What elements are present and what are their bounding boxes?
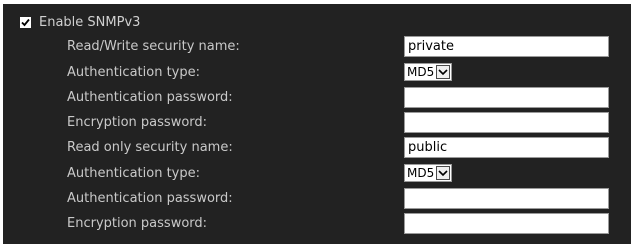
rw-auth-type-select[interactable]: MD5: [404, 63, 453, 81]
ro-auth-password-input[interactable]: [404, 188, 609, 209]
rw-encryption-password-label: Encryption password:: [67, 115, 208, 130]
rw-auth-password-row: Authentication password:: [3, 87, 631, 109]
rw-auth-type-value: MD5: [407, 65, 435, 79]
ro-security-name-input[interactable]: [404, 137, 609, 158]
ro-auth-type-label: Authentication type:: [67, 166, 200, 181]
ro-security-name-label: Read only security name:: [67, 140, 233, 155]
rw-security-name-row: Read/Write security name:: [3, 36, 631, 58]
ro-encryption-password-label: Encryption password:: [67, 216, 208, 231]
rw-security-name-label: Read/Write security name:: [67, 39, 240, 54]
checkmark-icon: [21, 18, 30, 26]
enable-snmpv3-row[interactable]: Enable SNMPv3: [20, 13, 140, 31]
ro-encryption-password-row: Encryption password:: [3, 213, 631, 235]
rw-encryption-password-input[interactable]: [404, 112, 609, 133]
rw-security-name-input[interactable]: [404, 36, 609, 57]
rw-auth-password-input[interactable]: [404, 87, 609, 108]
chevron-down-icon[interactable]: [436, 166, 451, 180]
snmpv3-settings-panel: Enable SNMPv3 Read/Write security name: …: [3, 4, 631, 244]
ro-security-name-row: Read only security name:: [3, 137, 631, 159]
rw-auth-type-label: Authentication type:: [67, 65, 200, 80]
ro-auth-type-row: Authentication type: MD5: [3, 163, 631, 185]
rw-auth-type-row: Authentication type: MD5: [3, 62, 631, 84]
ro-auth-type-value: MD5: [407, 166, 435, 180]
chevron-down-icon[interactable]: [436, 65, 451, 79]
ro-auth-password-label: Authentication password:: [67, 191, 233, 206]
rw-encryption-password-row: Encryption password:: [3, 112, 631, 134]
enable-snmpv3-label: Enable SNMPv3: [39, 14, 141, 30]
rw-auth-password-label: Authentication password:: [67, 90, 233, 105]
ro-encryption-password-input[interactable]: [404, 213, 609, 234]
ro-auth-password-row: Authentication password:: [3, 188, 631, 210]
ro-auth-type-select[interactable]: MD5: [404, 164, 453, 182]
enable-snmpv3-checkbox[interactable]: [20, 16, 31, 28]
